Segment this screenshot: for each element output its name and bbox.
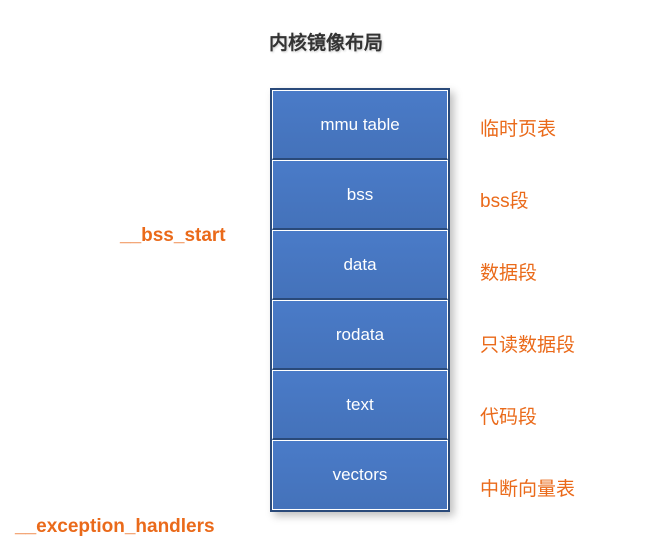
label-rodata-desc: 只读数据段 (480, 330, 575, 357)
segment-data: data (272, 230, 448, 300)
segment-rodata: rodata (272, 300, 448, 370)
segment-mmu-table: mmu table (272, 90, 448, 160)
segment-text: text (272, 370, 448, 440)
segment-bss: bss (272, 160, 448, 230)
label-bss-desc: bss段 (480, 186, 529, 213)
label-vectors-desc: 中断向量表 (480, 474, 575, 501)
segment-vectors: vectors (272, 440, 448, 510)
diagram-title: 内核镜像布局 (0, 28, 652, 55)
memory-layout-stack: mmu table bss data rodata text vectors (270, 88, 450, 512)
label-mmu-table-desc: 临时页表 (480, 114, 556, 141)
label-data-desc: 数据段 (480, 258, 537, 285)
label-bss-start: __bss_start (120, 225, 226, 247)
label-exception-handlers: __exception_handlers (15, 516, 215, 538)
label-text-desc: 代码段 (480, 402, 537, 429)
